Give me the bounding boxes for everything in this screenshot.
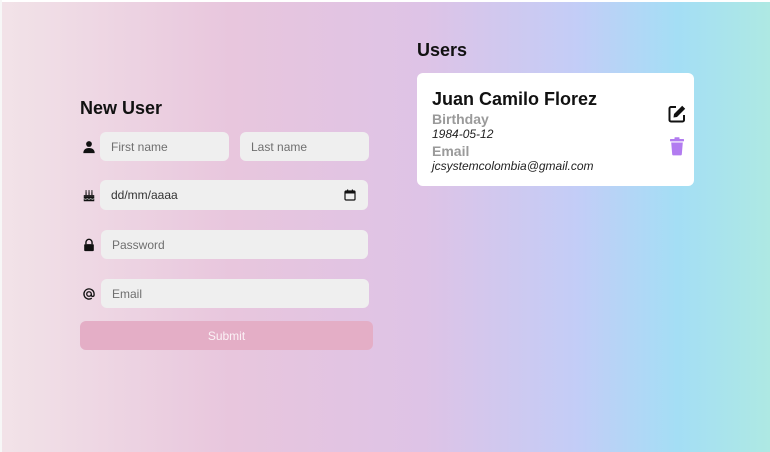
last-name-input[interactable]	[240, 132, 369, 161]
email-input[interactable]	[101, 279, 369, 308]
birthday-value: 1984-05-12	[432, 127, 494, 141]
edit-icon[interactable]	[666, 103, 688, 125]
new-user-title: New User	[80, 98, 163, 118]
user-name: Juan Camilo Florez	[432, 89, 598, 109]
birthday-date-input[interactable]: dd/mm/aaaa	[100, 180, 368, 210]
person-icon	[81, 139, 97, 155]
email-value: jcsystemcolombia@gmail.com	[432, 159, 594, 173]
at-sign-icon	[81, 286, 97, 302]
window-left-border	[0, 0, 2, 452]
user-card: Juan Camilo Florez Birthday 1984-05-12 E…	[417, 73, 694, 186]
calendar-icon[interactable]	[344, 189, 356, 201]
email-label: Email	[432, 143, 470, 159]
trash-icon[interactable]	[666, 135, 688, 157]
submit-button[interactable]: Submit	[80, 321, 373, 350]
birthday-cake-icon	[81, 188, 97, 204]
users-title: Users	[417, 40, 468, 60]
first-name-input[interactable]	[100, 132, 229, 161]
lock-icon	[81, 237, 97, 253]
password-input[interactable]	[101, 230, 368, 259]
birthday-label: Birthday	[432, 111, 489, 127]
birthday-placeholder: dd/mm/aaaa	[111, 188, 178, 202]
window-top-border	[0, 0, 770, 2]
